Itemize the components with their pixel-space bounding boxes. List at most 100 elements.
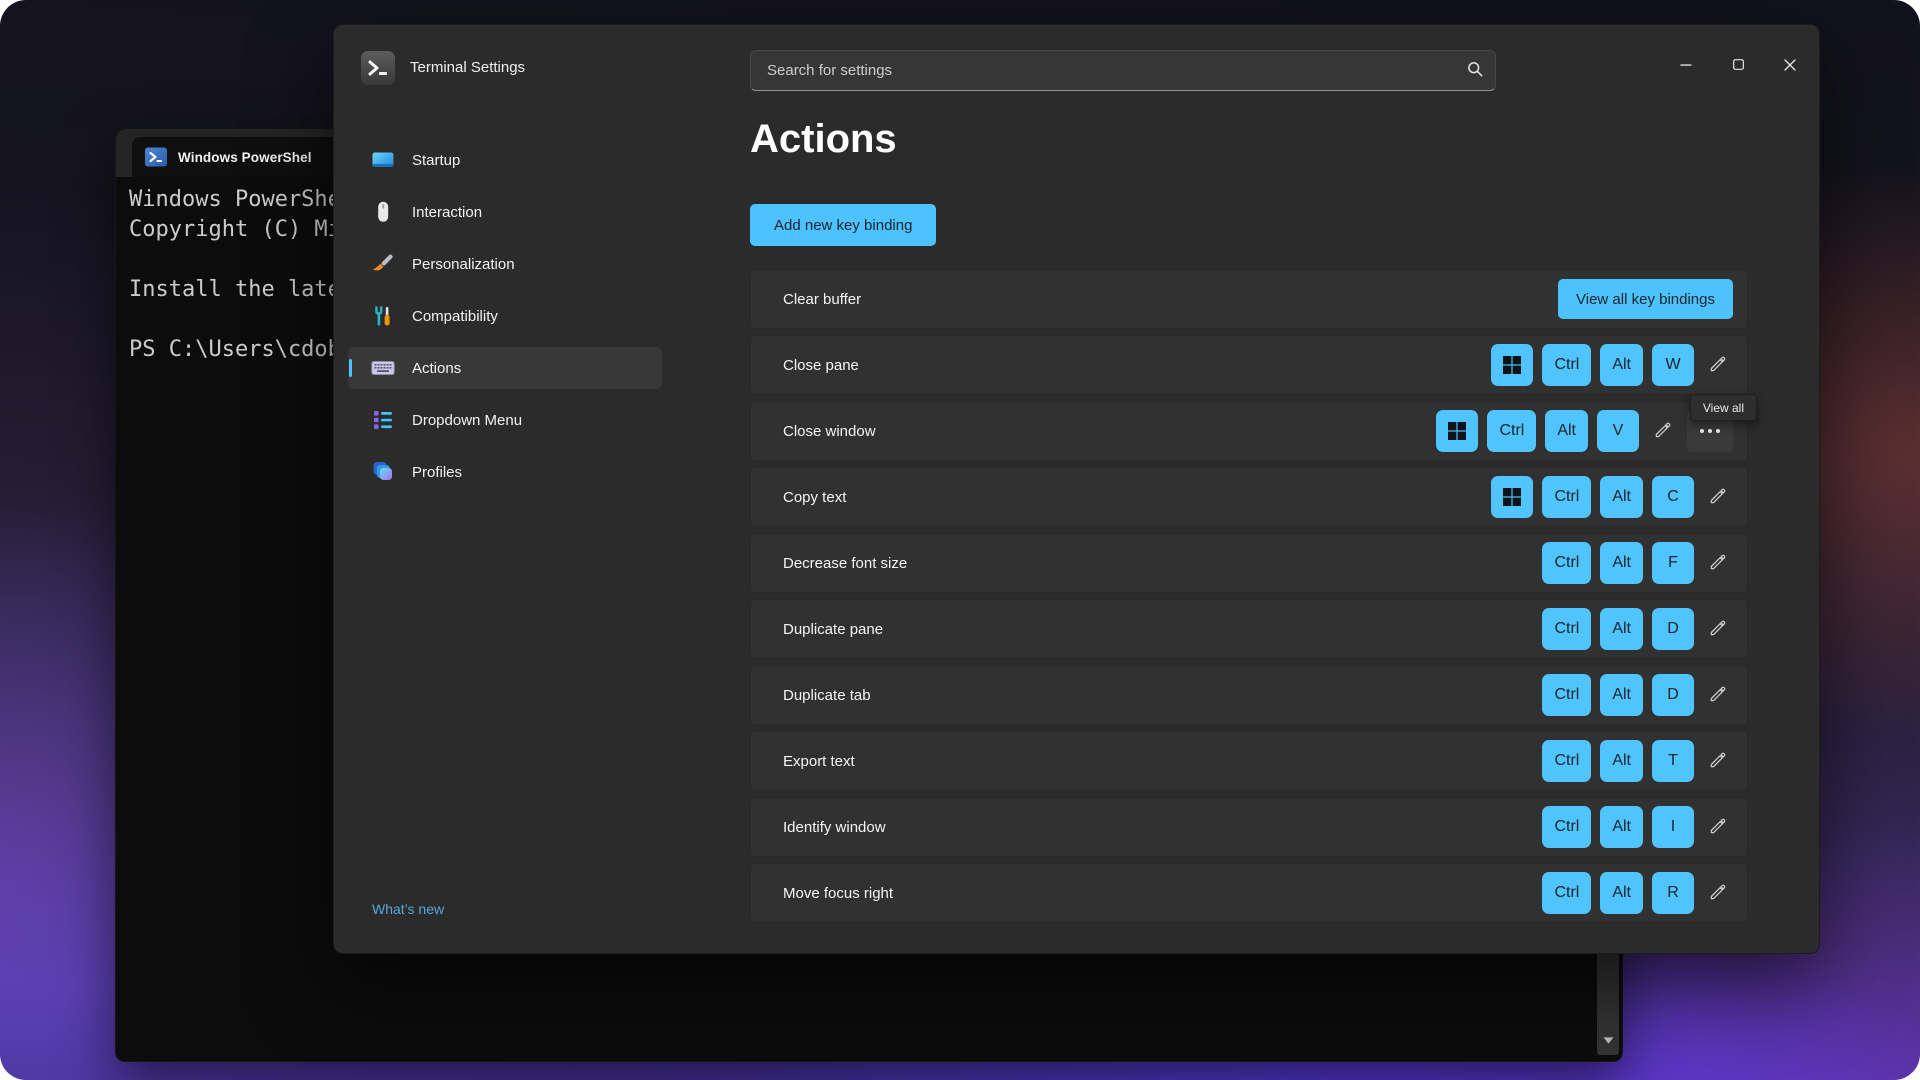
win-logo-icon: [1501, 354, 1523, 376]
pencil-icon: [1708, 354, 1728, 377]
action-row-controls: CtrlAltW: [1491, 344, 1733, 386]
pencil-icon: [1708, 882, 1728, 905]
action-row-duplicate-tab: Duplicate tab CtrlAltD: [750, 665, 1748, 725]
action-row-controls: CtrlAltD: [1542, 674, 1733, 716]
key-badge: Alt: [1600, 740, 1643, 782]
action-row-controls: CtrlAltT: [1542, 740, 1733, 782]
sidebar-item-label: Profiles: [412, 464, 462, 481]
key-badge: Alt: [1600, 344, 1643, 386]
close-button[interactable]: [1767, 49, 1813, 83]
search-input[interactable]: [751, 62, 1455, 79]
sidebar-item-label: Dropdown Menu: [412, 412, 522, 429]
interaction-icon: [370, 199, 396, 225]
sidebar-item-label: Startup: [412, 152, 460, 169]
pencil-icon: [1708, 816, 1728, 839]
action-label: Duplicate tab: [783, 687, 871, 704]
sidebar-item-actions[interactable]: Actions: [348, 347, 662, 389]
terminal-settings-window: Terminal Settings Startup Interaction: [333, 24, 1820, 954]
sidebar-item-label: Compatibility: [412, 308, 498, 325]
action-row-controls: CtrlAltR: [1542, 872, 1733, 914]
key-badge: Ctrl: [1542, 344, 1591, 386]
action-row-controls: CtrlAltI: [1542, 806, 1733, 848]
edit-binding-button[interactable]: [1703, 674, 1733, 716]
edit-binding-button[interactable]: [1703, 542, 1733, 584]
action-label: Copy text: [783, 489, 846, 506]
sidebar-item-label: Actions: [412, 360, 461, 377]
win-key-badge: [1491, 476, 1533, 518]
sidebar-item-label: Interaction: [412, 204, 482, 221]
key-badge: T: [1652, 740, 1694, 782]
sidebar-item-dropdown-menu[interactable]: Dropdown Menu: [348, 399, 662, 441]
key-badge: Alt: [1600, 542, 1643, 584]
action-row-move-focus-right: Move focus right CtrlAltR: [750, 863, 1748, 923]
search-button[interactable]: [1455, 51, 1495, 90]
action-row-controls: CtrlAltV: [1436, 410, 1733, 452]
key-badge: F: [1652, 542, 1694, 584]
sidebar-item-label: Personalization: [412, 256, 515, 273]
scroll-down-button[interactable]: [1597, 1031, 1619, 1051]
action-row-controls: View all key bindings: [1558, 279, 1733, 319]
action-row-controls: CtrlAltC: [1491, 476, 1733, 518]
key-badge: R: [1652, 872, 1694, 914]
sidebar-item-interaction[interactable]: Interaction: [348, 191, 662, 233]
sidebar-item-profiles[interactable]: Profiles: [348, 451, 662, 493]
edit-binding-button[interactable]: [1703, 872, 1733, 914]
sidebar-item-personalization[interactable]: Personalization: [348, 243, 662, 285]
key-badge: Alt: [1600, 476, 1643, 518]
settings-search-box: [750, 50, 1496, 91]
personalization-icon: [370, 251, 396, 277]
minimize-button[interactable]: [1663, 49, 1709, 83]
powershell-tab[interactable]: Windows PowerShel: [132, 137, 350, 177]
edit-binding-button[interactable]: [1703, 608, 1733, 650]
scroll-down-icon: [1602, 1032, 1615, 1050]
actions-icon: [370, 355, 396, 381]
ellipsis-icon: [1700, 429, 1704, 433]
action-label: Export text: [783, 753, 855, 770]
edit-binding-button[interactable]: [1703, 740, 1733, 782]
pencil-icon: [1708, 750, 1728, 773]
action-row-close-window: Close window CtrlAltV: [750, 401, 1748, 461]
edit-binding-button[interactable]: [1703, 476, 1733, 518]
edit-binding-button[interactable]: [1648, 410, 1678, 452]
close-icon: [1783, 58, 1797, 75]
action-row-export-text: Export text CtrlAltT: [750, 731, 1748, 791]
terminal-settings-icon: [360, 50, 396, 86]
key-badge: Ctrl: [1542, 542, 1591, 584]
view-all-tooltip: View all: [1690, 394, 1757, 421]
edit-binding-button[interactable]: [1703, 806, 1733, 848]
action-row-identify-window: Identify window CtrlAltI: [750, 797, 1748, 857]
startup-icon: [370, 147, 396, 173]
key-badge: I: [1652, 806, 1694, 848]
powershell-tab-title: Windows PowerShel: [178, 150, 312, 165]
key-badge: C: [1652, 476, 1694, 518]
ellipsis-icon: [1716, 429, 1720, 433]
key-badge: W: [1652, 344, 1694, 386]
action-row-copy-text: Copy text CtrlAltC: [750, 467, 1748, 527]
ellipsis-icon: [1708, 429, 1712, 433]
action-label: Move focus right: [783, 885, 893, 902]
win-key-badge: [1436, 410, 1478, 452]
add-key-binding-button[interactable]: Add new key binding: [750, 204, 936, 246]
sidebar-item-compatibility[interactable]: Compatibility: [348, 295, 662, 337]
action-row-close-pane: Close pane CtrlAltW: [750, 335, 1748, 395]
sidebar-item-startup[interactable]: Startup: [348, 139, 662, 181]
maximize-button[interactable]: [1715, 49, 1761, 83]
action-label: Close window: [783, 423, 876, 440]
whats-new-link[interactable]: What’s new: [372, 901, 444, 917]
key-badge: Alt: [1600, 806, 1643, 848]
win-logo-icon: [1501, 486, 1523, 508]
action-row-controls: CtrlAltD: [1542, 608, 1733, 650]
view-all-key-bindings-button[interactable]: View all key bindings: [1558, 279, 1733, 319]
action-label: Clear buffer: [783, 291, 861, 308]
key-badge: D: [1652, 674, 1694, 716]
search-icon: [1466, 60, 1484, 81]
selected-indicator: [349, 359, 352, 377]
action-label: Decrease font size: [783, 555, 907, 572]
edit-binding-button[interactable]: [1703, 344, 1733, 386]
profiles-icon: [370, 459, 396, 485]
page-title: Actions: [750, 115, 897, 163]
key-badge: Alt: [1600, 872, 1643, 914]
window-title: Terminal Settings: [410, 59, 525, 77]
pencil-icon: [1708, 552, 1728, 575]
key-badge: Ctrl: [1542, 608, 1591, 650]
